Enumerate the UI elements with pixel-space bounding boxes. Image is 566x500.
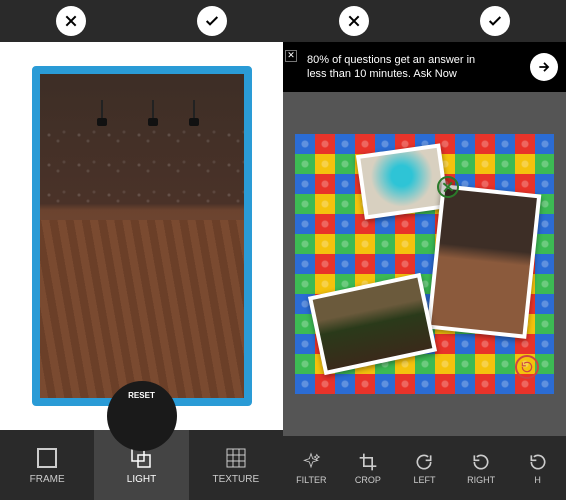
- check-icon: [487, 13, 503, 29]
- tool-label: FILTER: [296, 475, 326, 485]
- tool-label: H: [534, 475, 541, 485]
- rotate-right-icon: [471, 452, 491, 472]
- tool-label: RIGHT: [467, 475, 495, 485]
- preview-canvas[interactable]: RESET: [0, 42, 283, 430]
- tool-label: CROP: [355, 475, 381, 485]
- tool-label: LEFT: [413, 475, 435, 485]
- reset-button[interactable]: RESET: [107, 381, 177, 451]
- tool-label: TEXTURE: [212, 474, 259, 485]
- reset-label: RESET: [128, 391, 155, 400]
- confirm-button[interactable]: [197, 6, 227, 36]
- texture-icon: [224, 446, 248, 470]
- crop-icon: [358, 452, 378, 472]
- check-icon: [204, 13, 220, 29]
- collage-canvas[interactable]: [283, 92, 566, 436]
- tool-label: FRAME: [30, 474, 65, 485]
- ad-cta-button[interactable]: [530, 53, 558, 81]
- ad-text: 80% of questions get an answer in less t…: [307, 53, 487, 82]
- tool-crop[interactable]: CROP: [340, 436, 397, 500]
- tool-texture[interactable]: TEXTURE: [189, 430, 283, 500]
- ad-banner[interactable]: ✕ 80% of questions get an answer in less…: [283, 42, 566, 92]
- photo-frame: [32, 66, 252, 406]
- collage-background: [295, 134, 554, 394]
- top-bar: [283, 0, 566, 42]
- tool-rotate-right[interactable]: RIGHT: [453, 436, 510, 500]
- rotate-left-icon: [414, 452, 434, 472]
- confirm-button[interactable]: [480, 6, 510, 36]
- sparkle-icon: [301, 452, 321, 472]
- close-icon: [346, 13, 362, 29]
- collage-screen: ✕ 80% of questions get an answer in less…: [283, 0, 566, 500]
- tool-frame[interactable]: FRAME: [0, 430, 94, 500]
- collage-photo[interactable]: [356, 143, 449, 219]
- photo-content: [40, 74, 244, 398]
- cancel-button[interactable]: [56, 6, 86, 36]
- tool-next[interactable]: H: [509, 436, 566, 500]
- rotate-icon: [528, 452, 548, 472]
- arrow-right-icon: [537, 60, 551, 74]
- collage-photo[interactable]: [308, 273, 437, 375]
- editor-screen-light: RESET FRAME LIGHT TEXTURE: [0, 0, 283, 500]
- tool-filter[interactable]: FILTER: [283, 436, 340, 500]
- close-icon: [63, 13, 79, 29]
- ad-close-icon[interactable]: ✕: [285, 50, 297, 62]
- tool-rotate-left[interactable]: LEFT: [396, 436, 453, 500]
- cancel-button[interactable]: [339, 6, 369, 36]
- tool-label: LIGHT: [127, 474, 156, 485]
- collage-photo[interactable]: [427, 184, 542, 339]
- bottom-toolbar: FILTER CROP LEFT RIGHT H: [283, 436, 566, 500]
- rotate-handle-icon[interactable]: [515, 355, 539, 379]
- top-bar: [0, 0, 283, 42]
- frame-icon: [35, 446, 59, 470]
